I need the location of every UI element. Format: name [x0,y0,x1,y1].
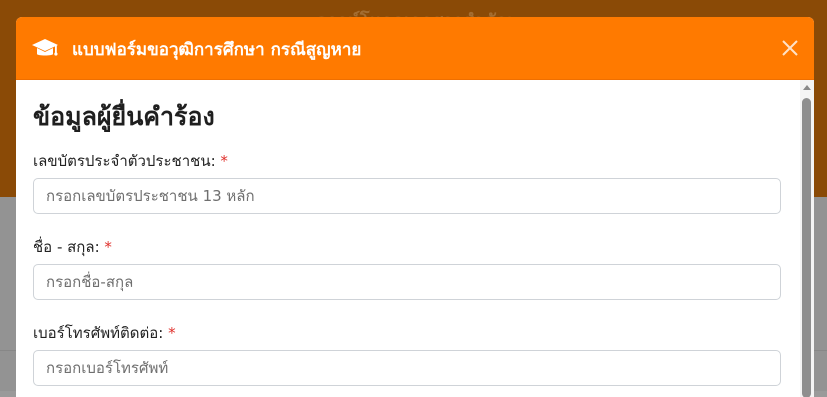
national-id-label-text: เลขบัตรประจำตัวประชาชน: [33,152,216,170]
required-mark: * [220,152,228,170]
national-id-input[interactable] [33,178,781,214]
phone-input[interactable] [33,350,781,386]
phone-label: เบอร์โทรศัพท์ติดต่อ: * [33,321,176,345]
full-name-label-text: ชื่อ - สกุล: [33,238,100,256]
required-mark: * [168,324,176,342]
modal-header: แบบฟอร์มขอวุฒิการศึกษา กรณีสูญหาย [16,17,814,80]
phone-label-text: เบอร์โทรศัพท์ติดต่อ: [33,324,164,342]
section-title: ข้อมูลผู้ยื่นคำร้อง [33,102,215,131]
modal-title: แบบฟอร์มขอวุฒิการศึกษา กรณีสูญหาย [72,40,362,60]
scroll-thumb[interactable] [802,98,811,397]
close-icon[interactable] [778,36,802,60]
national-id-label: เลขบัตรประจำตัวประชาชน: * [33,149,228,173]
graduation-cap-icon [32,39,58,56]
lost-certificate-modal: แบบฟอร์มขอวุฒิการศึกษา กรณีสูญหาย ข้อมูล… [16,17,814,397]
full-name-input[interactable] [33,264,781,300]
modal-body: ข้อมูลผู้ยื่นคำร้อง เลขบัตรประจำตัวประชา… [16,80,796,397]
full-name-label: ชื่อ - สกุล: * [33,235,112,259]
required-mark: * [104,238,112,256]
scroll-up-arrow-icon[interactable] [803,85,811,90]
modal-scrollbar[interactable] [800,80,814,397]
